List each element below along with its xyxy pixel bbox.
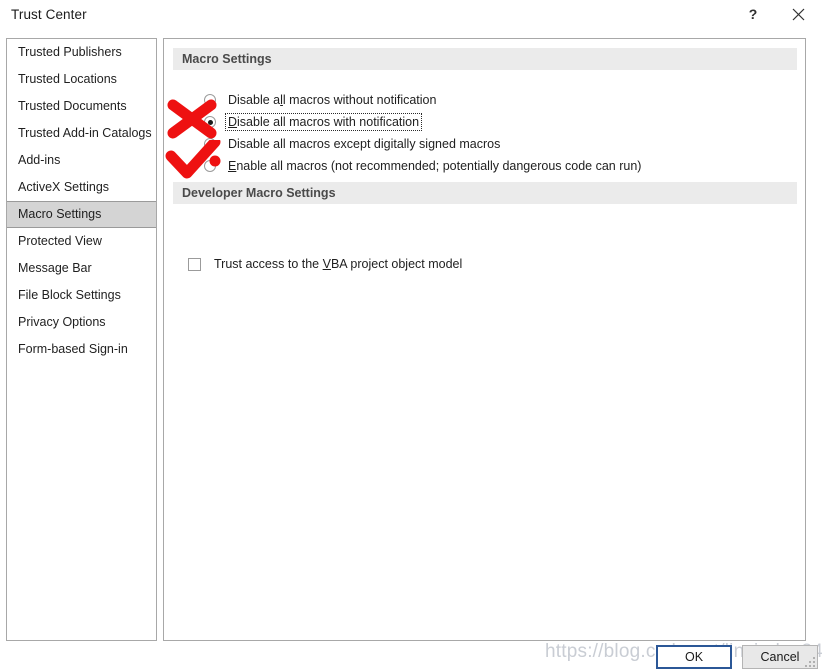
radio-button[interactable] [204,116,216,128]
radio-option-label: Disable all macros without notification [228,93,437,107]
sidebar-item-form-based-sign-in[interactable]: Form-based Sign-in [7,336,156,363]
radio-button[interactable] [204,94,216,106]
radio-option-label: Enable all macros (not recommended; pote… [228,159,642,173]
radio-option-disable-all-with-notification[interactable]: Disable all macros with notification [204,112,423,132]
question-mark-icon: ? [748,6,758,22]
radio-option-label: Disable all macros except digitally sign… [228,137,501,151]
ok-button[interactable]: OK [656,645,732,669]
radio-button[interactable] [204,138,216,150]
radio-option-disable-except-signed[interactable]: Disable all macros except digitally sign… [204,134,502,154]
sidebar-item-trusted-documents[interactable]: Trusted Documents [7,93,156,120]
sidebar-item-file-block-settings[interactable]: File Block Settings [7,282,156,309]
checkbox-trust-vba-project-object-model[interactable]: Trust access to the VBA project object m… [188,256,464,272]
window-title: Trust Center [11,7,87,22]
checkbox-box[interactable] [188,257,201,271]
radio-option-enable-all-macros[interactable]: Enable all macros (not recommended; pote… [204,156,643,176]
sidebar-item-message-bar[interactable]: Message Bar [7,255,156,282]
close-icon [792,8,804,20]
checkbox-label: Trust access to the VBA project object m… [214,257,463,271]
sidebar-item-protected-view[interactable]: Protected View [7,228,156,255]
sidebar-item-trusted-publishers[interactable]: Trusted Publishers [7,39,156,66]
close-button[interactable] [780,0,816,28]
sidebar-item-macro-settings[interactable]: Macro Settings [7,201,156,228]
sidebar-item-trusted-locations[interactable]: Trusted Locations [7,66,156,93]
help-button[interactable]: ? [735,0,771,28]
radio-option-label: Disable all macros with notification [224,113,423,131]
sidebar-item-add-ins[interactable]: Add-ins [7,147,156,174]
radio-button[interactable] [204,160,216,172]
macro-settings-section-header: Macro Settings [173,48,797,70]
radio-option-disable-all-without-notification[interactable]: Disable all macros without notification [204,90,438,110]
sidebar-nav: Trusted Publishers Trusted Locations Tru… [6,38,157,641]
sidebar-item-activex-settings[interactable]: ActiveX Settings [7,174,156,201]
sidebar-item-trusted-addin-catalogs[interactable]: Trusted Add-in Catalogs [7,120,156,147]
developer-macro-settings-section-header: Developer Macro Settings [173,182,797,204]
sidebar-item-privacy-options[interactable]: Privacy Options [7,309,156,336]
content-panel: Macro Settings Disable all macros withou… [163,38,806,641]
resize-grip[interactable] [805,657,817,669]
title-bar: Trust Center ? [0,0,822,30]
